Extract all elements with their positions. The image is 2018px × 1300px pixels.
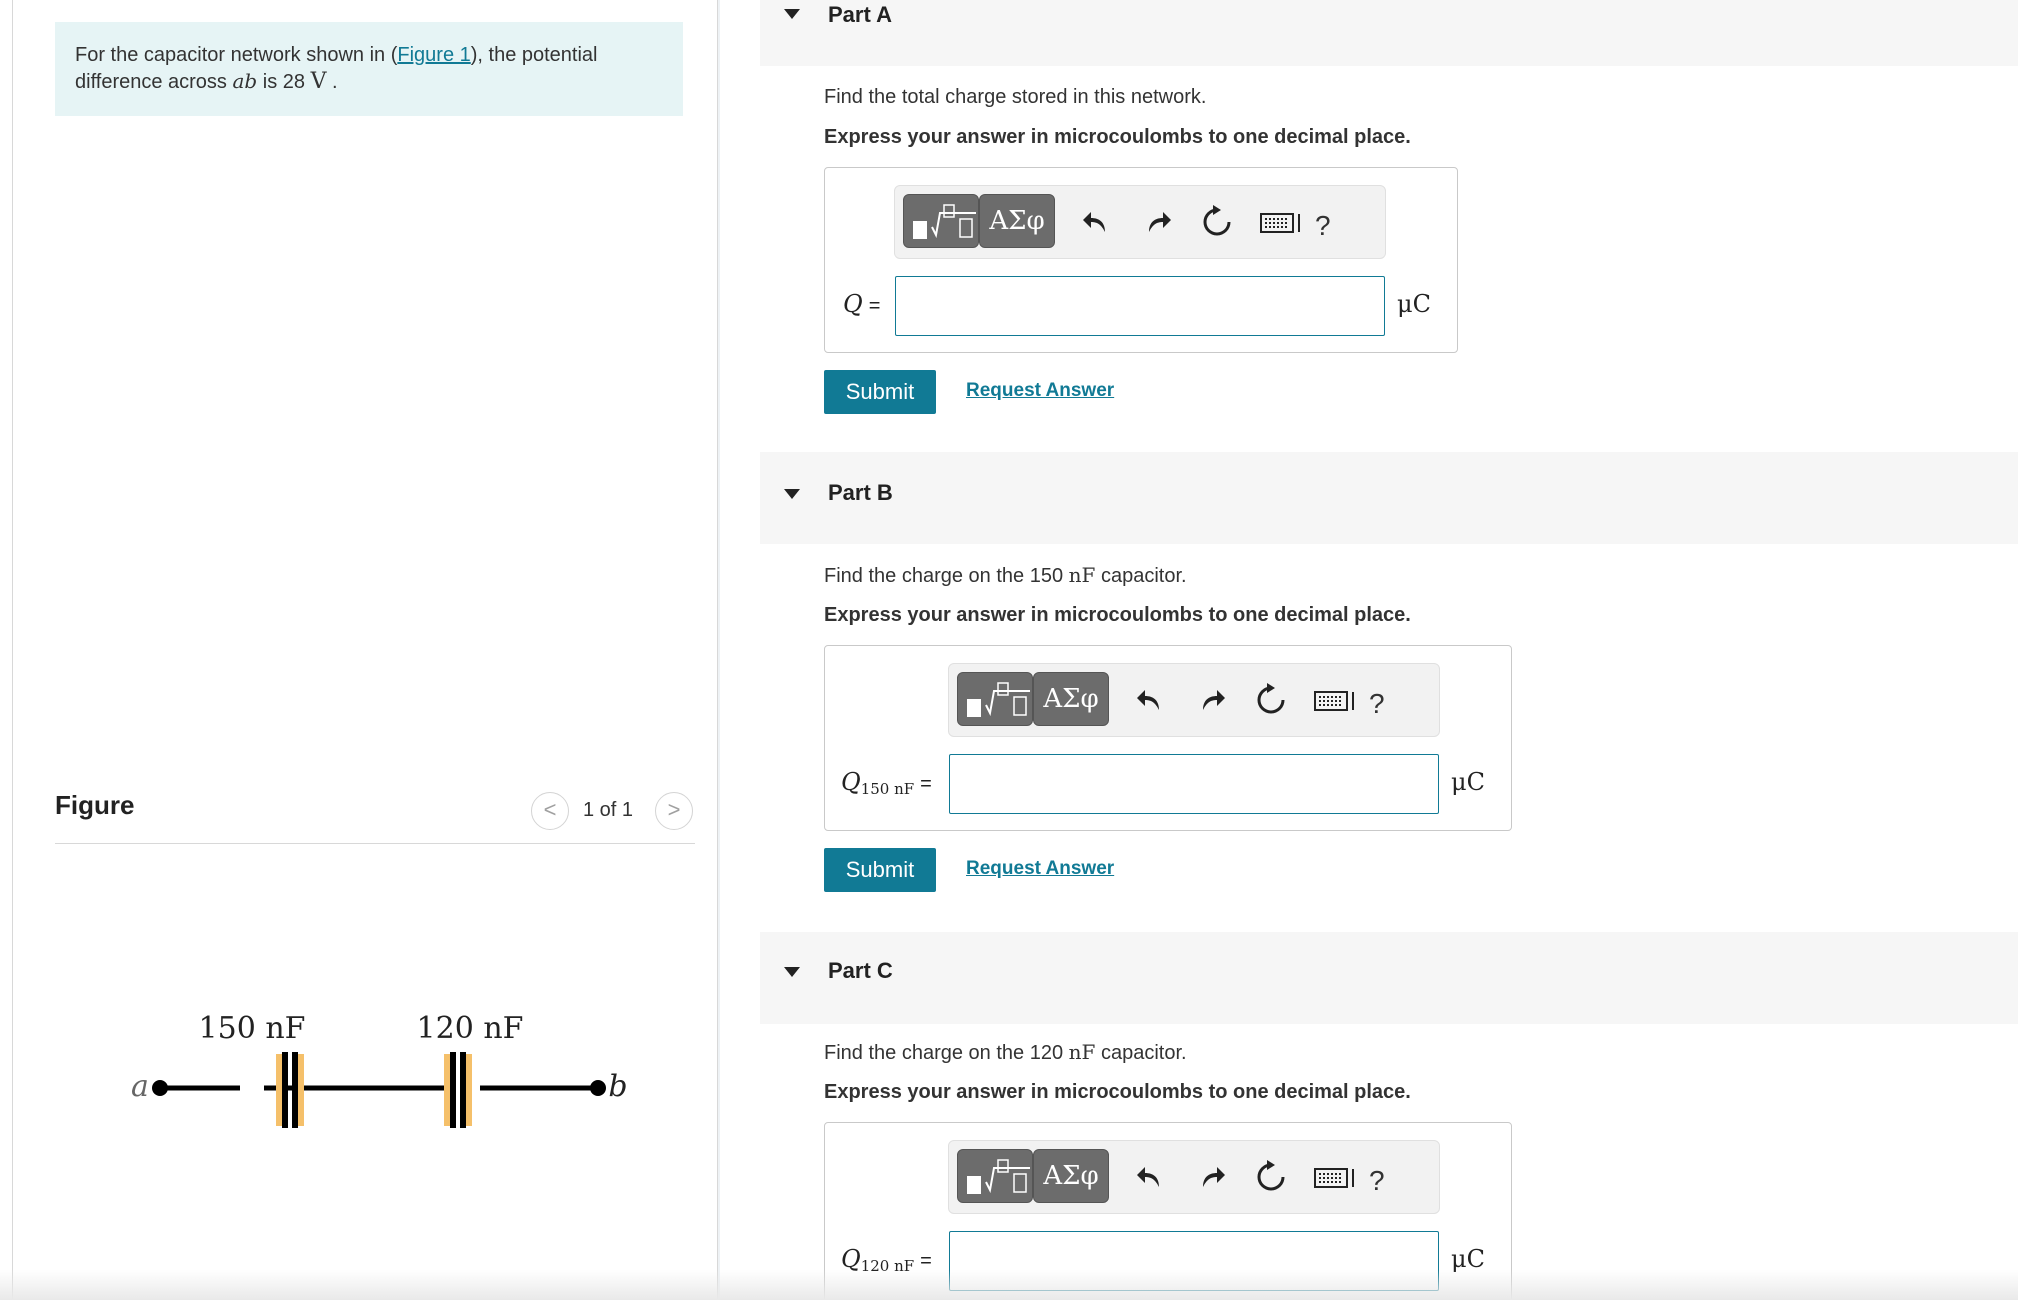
reset-icon[interactable] [1253, 682, 1289, 718]
help-icon[interactable]: ? [1369, 688, 1385, 720]
part-b-header[interactable]: Part B [760, 452, 2018, 544]
circuit-diagram: 150 nF 120 nF a b [131, 1011, 628, 1128]
math-unit-v: V [310, 69, 327, 94]
part-a-header[interactable]: Part A [760, 0, 2018, 66]
figure-title: Figure [55, 790, 135, 820]
templates-icon [913, 204, 976, 239]
math-ab: ab [232, 69, 258, 93]
undo-icon[interactable] [1079, 204, 1115, 240]
greek-button[interactable]: ΑΣφ [1033, 1149, 1109, 1203]
part-b-request-answer-link[interactable]: Request Answer [966, 858, 1114, 880]
part-b-answer-input[interactable] [949, 754, 1439, 814]
figure-pager: 1 of 1 [583, 799, 634, 821]
chevron-left-icon: < [543, 797, 557, 822]
templates-icon [967, 682, 1030, 717]
undo-icon[interactable] [1133, 1159, 1169, 1195]
part-c-header[interactable]: Part C [760, 932, 2018, 1024]
capacitor-120nf [444, 1052, 472, 1128]
redo-icon[interactable] [1195, 682, 1231, 718]
templates-button[interactable] [903, 194, 979, 248]
part-a-answer-box: ΑΣφ ? Q = μC [824, 167, 1458, 353]
reset-icon[interactable] [1253, 1159, 1289, 1195]
part-a-variable: Q = [843, 290, 881, 318]
part-b-submit-button[interactable]: Submit [824, 848, 936, 892]
part-c-instruction: Express your answer in microcoulombs to … [824, 1081, 1411, 1103]
redo-icon[interactable] [1141, 204, 1177, 240]
caret-down-icon[interactable] [782, 4, 802, 24]
chevron-right-icon: > [667, 797, 681, 822]
part-b-question: Find the charge on the 150 nF capacitor. [824, 563, 1187, 587]
figure-next-button[interactable]: > [655, 792, 693, 830]
keyboard-icon[interactable] [1259, 204, 1303, 240]
keyboard-icon[interactable] [1313, 1159, 1357, 1195]
part-c-question: Find the charge on the 120 nF capacitor. [824, 1040, 1187, 1064]
panel-divider [718, 0, 720, 1300]
part-b-variable: Q150 nF = [841, 768, 932, 798]
math-toolbar: ΑΣφ ? [894, 185, 1386, 259]
part-b-instruction: Express your answer in microcoulombs to … [824, 604, 1411, 626]
math-toolbar: ΑΣφ ? [948, 1140, 1440, 1214]
templates-button[interactable] [957, 1149, 1033, 1203]
part-a-question: Find the total charge stored in this net… [824, 86, 1207, 108]
caret-down-icon[interactable] [782, 962, 802, 982]
cap1-label: 150 nF [199, 1011, 306, 1046]
figure-link[interactable]: Figure 1 [397, 44, 470, 66]
greek-button[interactable]: ΑΣφ [979, 194, 1055, 248]
figure-prev-button[interactable]: < [531, 792, 569, 830]
templates-button[interactable] [957, 672, 1033, 726]
node-a-label: a [131, 1069, 149, 1104]
part-a-instruction: Express your answer in microcoulombs to … [824, 126, 1411, 148]
node-a-terminal [152, 1080, 168, 1096]
keyboard-icon[interactable] [1313, 682, 1357, 718]
intro-text: For the capacitor network shown in ( [75, 44, 398, 66]
problem-statement: For the capacitor network shown in (Figu… [55, 22, 683, 116]
caret-down-icon[interactable] [782, 484, 802, 504]
cap2-label: 120 nF [417, 1011, 524, 1046]
node-b-label: b [608, 1069, 627, 1104]
node-b-terminal [590, 1080, 606, 1096]
math-toolbar: ΑΣφ ? [948, 663, 1440, 737]
intro-text: is 28 [257, 71, 311, 93]
part-b-answer-box: ΑΣφ ? Q150 nF = μC [824, 645, 1512, 831]
redo-icon[interactable] [1195, 1159, 1231, 1195]
intro-text: difference across [75, 71, 233, 93]
templates-icon [967, 1159, 1030, 1194]
part-a-request-answer-link[interactable]: Request Answer [966, 380, 1114, 402]
figure-header: Figure < 1 of 1 > [55, 786, 695, 844]
reset-icon[interactable] [1199, 204, 1235, 240]
part-b-title: Part B [828, 480, 893, 505]
part-a-submit-button[interactable]: Submit [824, 370, 936, 414]
undo-icon[interactable] [1133, 682, 1169, 718]
part-a-title: Part A [828, 2, 892, 27]
intro-text: . [326, 71, 338, 93]
part-c-unit: μC [1451, 1245, 1485, 1273]
greek-button[interactable]: ΑΣφ [1033, 672, 1109, 726]
intro-text: ), the potential [470, 44, 598, 66]
help-icon[interactable]: ? [1315, 210, 1331, 242]
part-c-title: Part C [828, 958, 893, 983]
bottom-shade [0, 1270, 2018, 1300]
part-a-unit: μC [1397, 290, 1431, 318]
part-b-unit: μC [1451, 768, 1485, 796]
part-a-answer-input[interactable] [895, 276, 1385, 336]
help-icon[interactable]: ? [1369, 1165, 1385, 1197]
